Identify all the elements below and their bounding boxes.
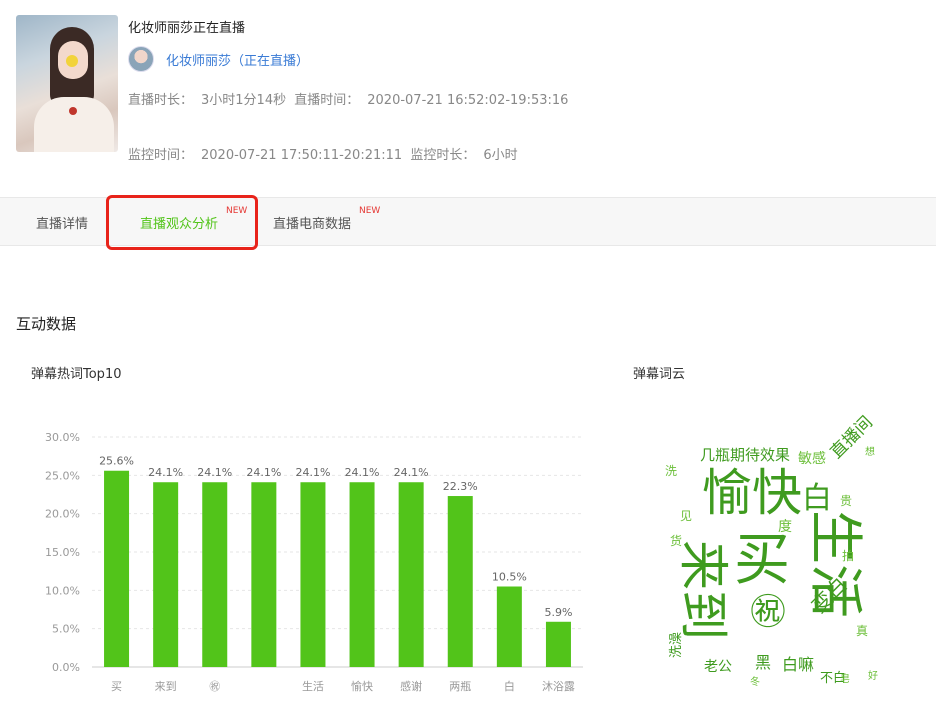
- data-label: 24.1%: [394, 466, 429, 479]
- cover-dot-shape: [69, 107, 77, 115]
- bar: [251, 482, 277, 667]
- tab-label: 直播详情: [36, 217, 89, 232]
- word-cloud-word: 买: [734, 528, 790, 593]
- tab-bar: 直播详情 直播观众分析 NEW 直播电商数据 NEW: [0, 197, 936, 246]
- word-cloud-word: 拍: [842, 549, 855, 563]
- live-time-value: 2020-07-21 16:52:02-19:53:16: [367, 93, 569, 108]
- y-tick-label: 0.0%: [52, 661, 80, 674]
- y-tick-label: 15.0%: [45, 546, 80, 559]
- tab-label: 直播电商数据: [273, 217, 352, 232]
- word-cloud-word: 来到: [674, 540, 732, 640]
- x-tick-label: 生活: [302, 679, 324, 693]
- bar: [349, 482, 375, 667]
- word-cloud-word: 黑: [755, 653, 772, 672]
- bar: [300, 482, 326, 667]
- data-label: 25.6%: [99, 455, 134, 468]
- live-time-label: 直播时间：: [294, 93, 360, 108]
- x-tick-label: 愉快: [351, 679, 373, 693]
- y-tick-label: 10.0%: [45, 584, 80, 597]
- danmaku-word-cloud: 愉快买来到 生活 几瓶期待效果 敏感 直播间白度㊗变白 白嘛 老公 洗澡 不白拍真见货洗贵黑冬皂…: [660, 413, 890, 700]
- tab-audience-analysis[interactable]: 直播观众分析 NEW: [140, 206, 247, 232]
- word-cloud-word: 好: [868, 671, 878, 682]
- data-label: 24.1%: [246, 466, 281, 479]
- word-cloud-word: 冬: [750, 677, 760, 688]
- live-cover-image[interactable]: [16, 15, 118, 152]
- y-tick-label: 20.0%: [45, 508, 80, 521]
- bar: [496, 586, 522, 667]
- live-duration-label: 直播时长：: [128, 93, 194, 108]
- y-tick-label: 25.0%: [45, 469, 80, 482]
- word-cloud-title: 弹幕词云: [633, 367, 686, 382]
- monitor-duration-label: 监控时长：: [410, 148, 476, 163]
- bar: [104, 470, 130, 667]
- data-label: 5.9%: [544, 606, 572, 619]
- data-label: 24.1%: [345, 466, 380, 479]
- monitor-duration-value: 6小时: [483, 148, 518, 163]
- data-label: 22.3%: [443, 480, 478, 493]
- y-tick-label: 5.0%: [52, 623, 80, 636]
- word-cloud-word: 洗: [665, 464, 678, 478]
- bar: [202, 482, 228, 667]
- word-cloud-word: 贵: [840, 494, 853, 508]
- x-tick-label: 两瓶: [449, 679, 471, 693]
- danmaku-top10-bar-chart: 0.0% 5.0% 10.0% 15.0% 20.0% 25.0% 30.0% 25.6% 买 2…: [45, 431, 583, 693]
- word-cloud-word: 愉快: [702, 464, 802, 522]
- x-tick-label: 白: [504, 679, 515, 693]
- word-cloud-word: 货: [670, 534, 683, 548]
- anchor-name-link[interactable]: 化妆师丽莎（正在直播）: [166, 50, 309, 69]
- x-tick-label: ㊗: [209, 680, 220, 693]
- word-cloud-word: 老公: [704, 659, 732, 675]
- live-title: 化妆师丽莎正在直播: [128, 21, 246, 36]
- monitor-time-label: 监控时间：: [128, 148, 194, 163]
- live-duration-value: 3小时1分14秒: [201, 93, 287, 108]
- data-label: 24.1%: [148, 466, 183, 479]
- data-label: 10.5%: [492, 571, 527, 584]
- word-cloud-word: 白嘛: [782, 655, 815, 674]
- word-cloud-word: 见: [680, 509, 693, 523]
- word-cloud-word: ㊗: [750, 592, 787, 633]
- anchor-avatar[interactable]: [128, 46, 154, 72]
- word-cloud-word: 真: [856, 624, 869, 638]
- new-badge: NEW: [226, 206, 248, 216]
- tab-live-details[interactable]: 直播详情: [36, 213, 88, 232]
- x-tick-label: 来到: [155, 680, 177, 693]
- cover-dress-shape: [34, 97, 114, 152]
- word-cloud-word: 想: [865, 447, 875, 458]
- word-cloud-word: 洗澡: [669, 631, 684, 658]
- chart-title: 弹幕热词Top10: [31, 367, 122, 382]
- tab-label: 直播观众分析: [140, 217, 219, 232]
- x-tick-label: 买: [111, 680, 122, 693]
- word-cloud-word: 几瓶期待效果: [700, 446, 791, 464]
- word-cloud-word: 度: [778, 519, 792, 535]
- bar: [398, 482, 424, 667]
- monitor-time-value: 2020-07-21 17:50:11-20:21:11: [201, 148, 403, 163]
- bar: [545, 621, 571, 667]
- word-cloud-word: 敏感: [798, 451, 826, 467]
- tab-ecommerce-data[interactable]: 直播电商数据 NEW: [273, 206, 380, 232]
- word-cloud-word: 皂: [840, 674, 850, 685]
- monitor-meta-row: 监控时间： 2020-07-21 17:50:11-20:21:11 监控时长： 6…: [128, 144, 522, 163]
- live-header: 化妆师丽莎正在直播 化妆师丽莎（正在直播） 直播时长： 3小时1分14秒 直播时间…: [0, 0, 936, 197]
- section-title: 互动数据: [16, 315, 77, 333]
- data-label: 24.1%: [295, 466, 330, 479]
- new-badge: NEW: [359, 206, 381, 216]
- bar: [153, 482, 179, 667]
- live-meta-row: 直播时长： 3小时1分14秒 直播时间： 2020-07-21 16:52:02-1…: [128, 89, 572, 108]
- data-label: 24.1%: [197, 466, 232, 479]
- x-tick-label: 沐浴露: [542, 680, 575, 693]
- cover-flower-shape: [66, 55, 78, 67]
- bar: [447, 496, 473, 667]
- y-tick-label: 30.0%: [45, 431, 80, 444]
- x-tick-label: 感谢: [400, 679, 422, 693]
- word-cloud-word: 白: [802, 481, 832, 516]
